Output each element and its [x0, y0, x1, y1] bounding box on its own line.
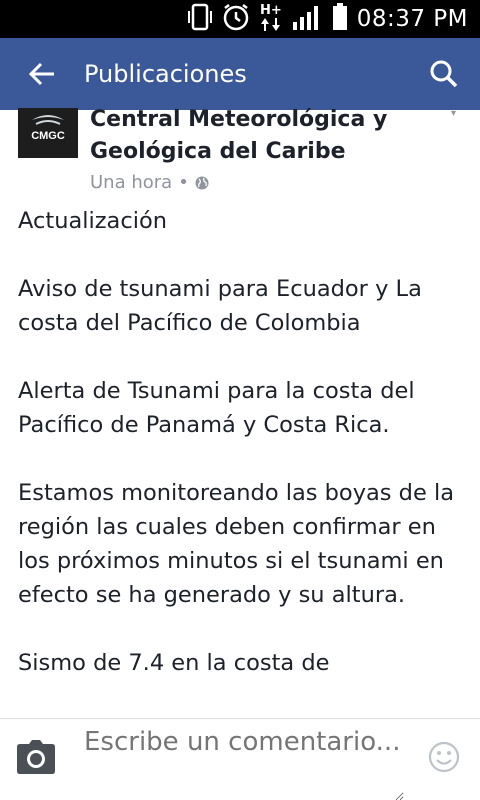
post-paragraph: Sismo de 7.4 en la costa de	[18, 650, 330, 676]
post-body: Actualización Aviso de tsunami para Ecua…	[18, 204, 468, 718]
comment-composer	[0, 718, 480, 800]
vibrate-icon	[187, 2, 213, 37]
globe-icon	[195, 176, 209, 189]
logo-text: CMGC	[31, 130, 65, 142]
post-paragraph: Aviso de tsunami para Ecuador y La costa…	[18, 276, 422, 336]
page-title: Publicaciones	[84, 60, 247, 88]
meta-separator: •	[178, 172, 189, 193]
smiley-icon	[428, 741, 460, 773]
post-meta: Una hora •	[90, 172, 209, 193]
svg-text:H+: H+	[260, 3, 282, 18]
post-paragraph: Estamos monitoreando las boyas de la reg…	[18, 480, 454, 608]
post-author[interactable]: Central Meteorológica y Geológica del Ca…	[90, 104, 450, 168]
search-icon	[430, 60, 458, 88]
signal-icon	[291, 2, 323, 37]
post-timestamp[interactable]: Una hora	[90, 172, 172, 193]
post-paragraph: Alerta de Tsunami para la costa del Pací…	[18, 378, 415, 438]
page-avatar[interactable]: CMGC	[18, 108, 78, 158]
status-bar: H+ 08:37 PM	[0, 0, 480, 38]
camera-button[interactable]	[16, 739, 56, 775]
alarm-icon	[221, 2, 251, 37]
author-line-2: Geológica del Caribe	[90, 139, 346, 164]
comment-input[interactable]	[84, 725, 404, 800]
status-time: 08:37 PM	[356, 6, 468, 32]
emoji-button[interactable]	[428, 741, 460, 773]
post-options-icon[interactable]: ▾	[451, 108, 456, 119]
app-bar: Publicaciones	[0, 38, 480, 110]
back-button[interactable]	[0, 38, 84, 110]
search-button[interactable]	[408, 38, 480, 110]
post-header: CMGC Central Meteorológica y Geológica d…	[18, 107, 462, 200]
author-line-1: Central Meteorológica y	[90, 107, 388, 132]
battery-icon	[331, 2, 349, 37]
back-arrow-icon	[28, 62, 54, 86]
post-paragraph: Actualización	[18, 208, 167, 234]
camera-icon	[17, 740, 55, 774]
data-hplus-icon: H+	[259, 1, 283, 38]
